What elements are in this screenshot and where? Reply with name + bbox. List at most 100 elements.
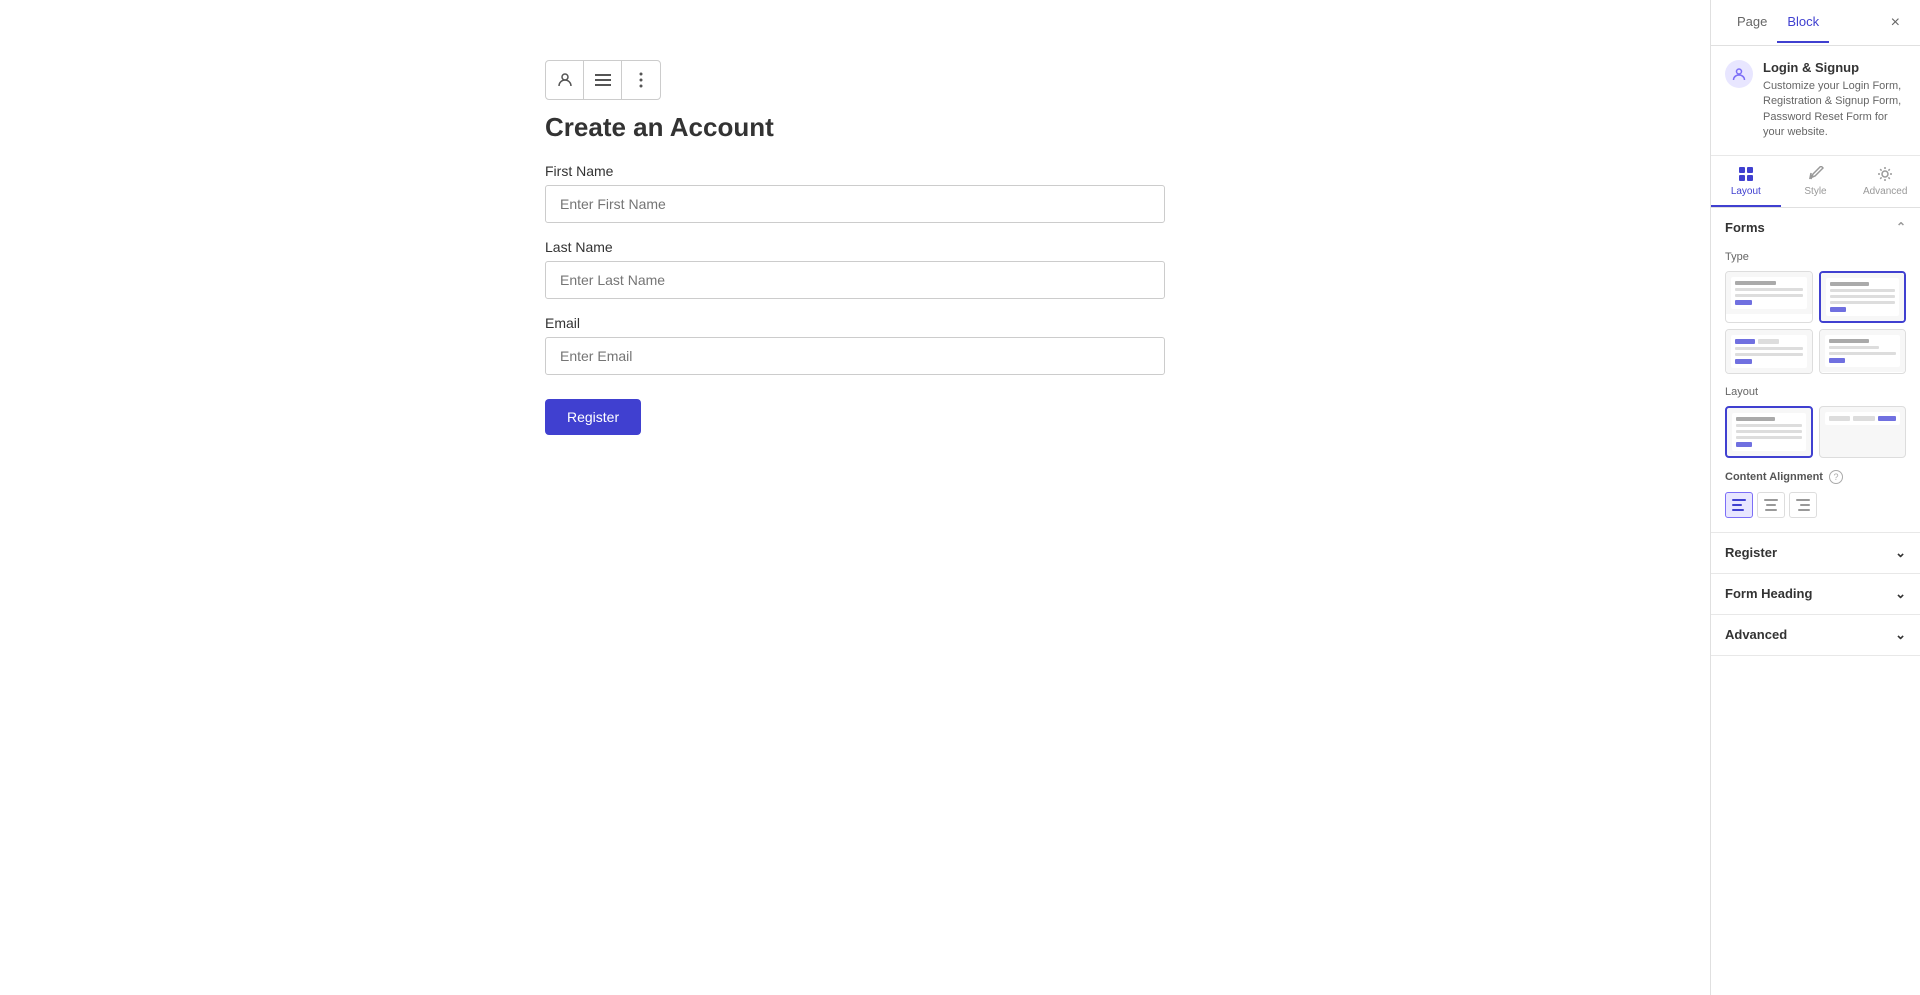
type-register-card[interactable] [1819,271,1907,323]
last-name-input[interactable] [545,261,1165,299]
plugin-desc: Customize your Login Form, Registration … [1763,79,1906,141]
layout-sub-label: Layout [1725,386,1906,398]
mini-btn-1 [1735,300,1752,305]
advanced-section-chevron: ⌄ [1895,627,1906,643]
panel-tabs-list: Page Block [1727,2,1829,43]
mini-rs-line-3 [1829,352,1897,355]
right-panel: Page Block × Login & Signup Customize yo… [1710,0,1920,995]
mini-su-line-1 [1735,347,1803,350]
plugin-info: Login & Signup Customize your Login Form… [1763,60,1906,141]
lm-line-2 [1736,424,1802,427]
first-name-label: First Name [545,163,1165,179]
type-reset-inner [1820,330,1906,372]
form-container: Create an Account First Name Last Name E… [545,112,1165,455]
first-name-input[interactable] [545,185,1165,223]
style-icon [1808,166,1824,182]
plugin-name: Login & Signup [1763,60,1906,75]
plugin-icon [1725,60,1753,88]
type-grid [1725,271,1906,374]
last-name-field: Last Name [545,239,1165,299]
mini-reset-form [1825,335,1901,367]
type-signup-card[interactable] [1725,329,1813,374]
type-register-inner [1821,273,1905,321]
align-center-icon [1764,499,1778,511]
align-center-btn[interactable] [1757,492,1785,518]
forms-section-header[interactable]: Forms ⌃ [1711,208,1920,247]
tab-advanced[interactable]: Advanced [1850,156,1920,207]
mini-inline [1825,412,1901,425]
mini-rs-line-2 [1829,346,1880,349]
canvas-area: Create an Account First Name Last Name E… [0,0,1710,995]
type-signin-card[interactable] [1725,271,1813,323]
lm-btn-1 [1736,442,1752,447]
type-label: Type [1725,251,1906,263]
mini-btn-2 [1830,307,1846,312]
block-wrapper: Create an Account First Name Last Name E… [545,60,1165,455]
tab-page[interactable]: Page [1727,2,1777,43]
alignment-buttons [1725,492,1906,518]
tab-layout[interactable]: Layout [1711,156,1781,207]
mini-reg-line-1 [1830,282,1869,286]
align-right-icon [1796,499,1810,511]
mini-btn-4 [1829,358,1846,363]
mini-stacked [1732,413,1806,451]
mini-su-line-2 [1735,353,1803,356]
style-tab-label: Style [1804,186,1826,197]
mini-reg-line-2 [1830,289,1896,292]
align-left-btn[interactable] [1725,492,1753,518]
mini-line-1 [1735,281,1776,285]
form-title: Create an Account [545,112,1165,143]
toolbar-person-btn[interactable] [546,61,584,99]
email-label: Email [545,315,1165,331]
register-button[interactable]: Register [545,399,641,435]
alignment-label-row: Content Alignment ? [1725,470,1906,484]
layout-inline-card[interactable] [1819,406,1907,458]
form-heading-section-label: Form Heading [1725,586,1812,601]
register-section-label: Register [1725,545,1777,560]
email-field: Email [545,315,1165,375]
panel-tabs: Page Block × [1711,0,1920,46]
forms-section-body: Type [1711,251,1920,532]
block-toolbar [545,60,661,100]
tab-block[interactable]: Block [1777,2,1829,43]
alignment-info-icon[interactable]: ? [1829,470,1843,484]
mini-line-3 [1735,294,1803,297]
align-right-btn[interactable] [1789,492,1817,518]
mini-reg-line-3 [1830,295,1896,298]
toolbar-more-btn[interactable] [622,61,660,99]
mini-register-form [1826,278,1900,316]
tab-icons-row: Layout Style Advanced [1711,156,1920,208]
list-icon [595,74,611,86]
register-section-chevron: ⌄ [1895,545,1906,561]
mini-reg-line-4 [1830,301,1896,304]
layout-icon [1738,166,1754,182]
forms-section-label: Forms [1725,220,1765,235]
form-heading-section-header[interactable]: Form Heading ⌄ [1711,574,1920,615]
toolbar-list-btn[interactable] [584,61,622,99]
advanced-icon [1877,166,1893,182]
last-name-label: Last Name [545,239,1165,255]
layout-stacked-card[interactable] [1725,406,1813,458]
email-input[interactable] [545,337,1165,375]
more-icon [639,72,643,88]
forms-section-chevron: ⌃ [1896,220,1906,234]
lm-line-4 [1736,436,1802,439]
first-name-field: First Name [545,163,1165,223]
type-reset-card[interactable] [1819,329,1907,374]
person-icon [557,72,573,88]
type-signin-inner [1726,272,1812,314]
mini-rs-line-1 [1829,339,1870,343]
forms-section: Forms ⌃ Type [1711,208,1920,533]
panel-close-button[interactable]: × [1887,10,1904,36]
lm-line-3 [1736,430,1802,433]
register-section-header[interactable]: Register ⌄ [1711,533,1920,574]
tab-style[interactable]: Style [1781,156,1851,207]
layout-tab-label: Layout [1731,186,1761,197]
layout-grid [1725,406,1906,458]
mini-signup-form [1731,335,1807,368]
mini-line-2 [1735,288,1803,291]
alignment-label: Content Alignment [1725,471,1823,483]
advanced-section-header[interactable]: Advanced ⌄ [1711,615,1920,656]
mini-signin-form [1731,277,1807,309]
form-heading-section-chevron: ⌄ [1895,586,1906,602]
